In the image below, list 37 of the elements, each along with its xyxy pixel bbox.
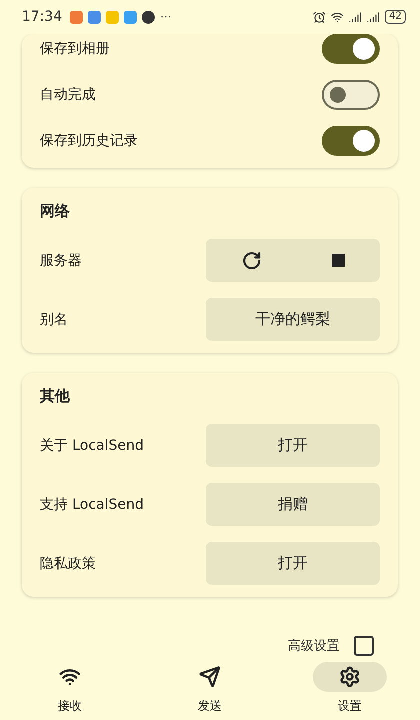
app-icon [106,10,120,24]
setting-label: 服务器 [40,252,82,270]
setting-label: 隐私政策 [40,554,96,572]
section-title: 网络 [40,202,71,222]
section-title: 其他 [40,387,71,407]
alarm-icon [313,10,326,24]
signal-icon [349,10,362,24]
setting-label: 保存到相册 [40,40,110,58]
refresh-icon[interactable] [242,250,262,270]
settings-icon [339,666,361,688]
toggle-switch[interactable] [322,80,380,110]
nav-tab[interactable]: 设置 [280,656,420,720]
setting-label: 别名 [40,310,68,328]
toggle-switch[interactable] [322,126,380,156]
stop-icon[interactable] [332,254,344,267]
app-icon [88,10,102,24]
checkbox[interactable] [354,636,374,656]
action-button[interactable]: 打开 [206,424,380,467]
wifi-icon [331,10,344,24]
battery-level: 42 [385,10,406,24]
toggle-switch[interactable] [322,34,380,64]
advanced-settings-label: 高级设置 [288,638,340,655]
status-time: 17:34 [22,9,62,25]
app-icon [70,10,84,24]
nav-tab[interactable]: 发送 [140,656,280,720]
signal-icon [367,10,380,24]
action-button[interactable]: 干净的鳄梨 [206,298,380,341]
app-icon [124,10,138,24]
send-icon [199,666,221,688]
action-button[interactable]: 打开 [206,542,380,585]
setting-label: 保存到历史记录 [40,132,138,150]
setting-label: 关于 LocalSend [40,436,144,454]
action-button[interactable]: 捐赠 [206,483,380,526]
nav-tab[interactable]: 接收 [0,656,140,720]
more-notifications: ··· [160,10,172,24]
setting-label: 支持 LocalSend [40,496,144,514]
setting-label: 自动完成 [40,86,96,104]
